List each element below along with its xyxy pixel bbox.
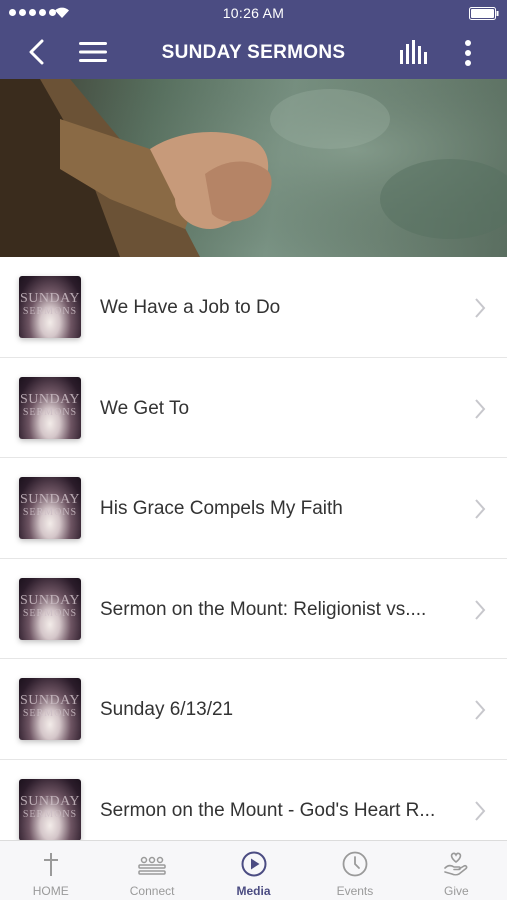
tab-label: Events: [336, 884, 374, 898]
thumbnail-line1: SUNDAY: [19, 492, 81, 507]
tab-home[interactable]: HOME: [0, 841, 101, 900]
thumbnail-line1: SUNDAY: [19, 291, 81, 306]
tab-label: Connect: [129, 884, 175, 898]
thumbnail-line2: SERMONS: [22, 808, 78, 820]
chevron-right-icon: [475, 800, 486, 821]
list-item[interactable]: SUNDAY SERMONS Sunday 6/13/21: [0, 659, 507, 760]
page-title: SUNDAY SERMONS: [161, 42, 346, 63]
thumbnail-line2: SERMONS: [22, 507, 78, 518]
people-icon: [138, 856, 166, 875]
thumbnail-line2: SERMONS: [22, 406, 78, 418]
tab-give[interactable]: Give: [406, 841, 507, 900]
sermon-thumbnail: SUNDAY SERMONS: [19, 276, 81, 338]
tab-label: Give: [443, 884, 469, 898]
sermon-thumbnail: SUNDAY SERMONS: [19, 678, 81, 740]
sermon-thumbnail: SUNDAY SERMONS: [19, 477, 81, 539]
tab-bar: HOME Connect Media Events Give: [0, 840, 507, 900]
cross-icon: [43, 853, 58, 876]
tab-label: Media: [236, 884, 271, 898]
more-vertical-icon[interactable]: [462, 39, 474, 67]
play-icon: [241, 851, 267, 877]
thumbnail-line2: SERMONS: [22, 607, 78, 619]
praying-hands-image: [0, 79, 507, 257]
sermon-thumbnail: SUNDAY SERMONS: [19, 577, 81, 640]
sermon-list: SUNDAY SERMONS We Have a Job to Do SUNDA…: [0, 257, 507, 860]
audio-bars-icon[interactable]: [399, 40, 429, 64]
thumbnail-line1: SUNDAY: [19, 793, 81, 809]
clock-icon: [342, 851, 368, 877]
sermon-title: His Grace Compels My Faith: [100, 498, 343, 519]
chevron-right-icon: [475, 700, 486, 720]
list-item[interactable]: SUNDAY SERMONS His Grace Compels My Fait…: [0, 458, 507, 559]
chevron-right-icon: [475, 599, 486, 620]
tab-media[interactable]: Media: [203, 841, 304, 900]
battery-icon: [469, 7, 499, 20]
sermon-title: Sermon on the Mount: Religionist vs....: [100, 598, 427, 620]
top-bar: 10:26 AM SUNDAY SERMONS: [0, 0, 507, 79]
thumbnail-line1: SUNDAY: [19, 592, 81, 608]
status-bar: 10:26 AM: [0, 0, 507, 27]
sermon-title: We Have a Job to Do: [100, 297, 281, 318]
thumbnail-line2: SERMONS: [22, 306, 78, 317]
sermon-thumbnail: SUNDAY SERMONS: [19, 376, 81, 439]
nav-bar: SUNDAY SERMONS: [0, 27, 507, 79]
sermon-title: Sermon on the Mount - God's Heart R...: [100, 799, 436, 821]
list-item[interactable]: SUNDAY SERMONS We Get To: [0, 358, 507, 458]
sermon-title: Sunday 6/13/21: [100, 699, 234, 720]
list-item[interactable]: SUNDAY SERMONS We Have a Job to Do: [0, 257, 507, 358]
tab-events[interactable]: Events: [304, 841, 405, 900]
give-hand-icon: [444, 852, 468, 876]
tab-label: HOME: [32, 884, 69, 898]
sermon-thumbnail: SUNDAY SERMONS: [19, 778, 81, 841]
thumbnail-line2: SERMONS: [22, 708, 78, 719]
thumbnail-line1: SUNDAY: [19, 693, 81, 708]
chevron-right-icon: [475, 398, 486, 419]
sermon-title: We Get To: [100, 397, 190, 419]
status-time: 10:26 AM: [222, 5, 285, 21]
thumbnail-line1: SUNDAY: [19, 391, 81, 407]
list-item[interactable]: SUNDAY SERMONS Sermon on the Mount: Reli…: [0, 559, 507, 659]
chevron-right-icon: [475, 298, 486, 318]
chevron-right-icon: [475, 499, 486, 519]
hero-image: [0, 79, 507, 257]
tab-connect[interactable]: Connect: [101, 841, 202, 900]
